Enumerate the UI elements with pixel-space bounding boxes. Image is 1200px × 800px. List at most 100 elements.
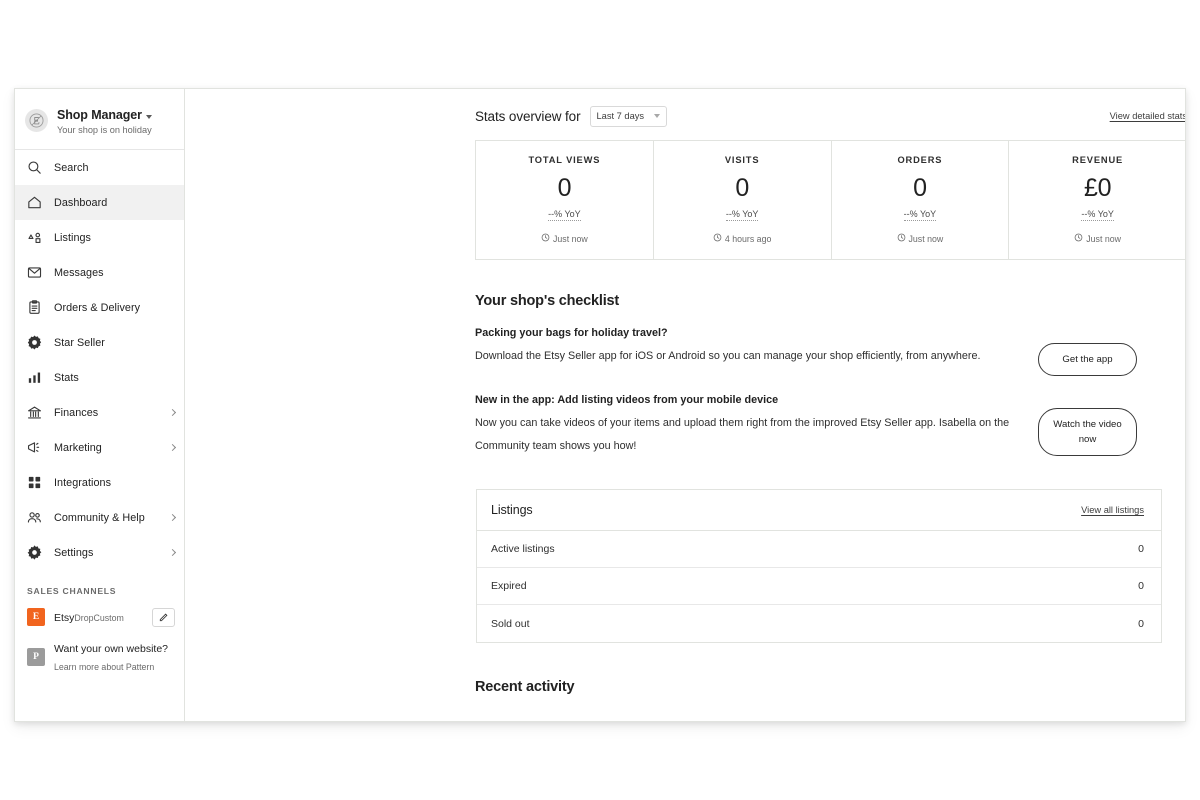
- channel-badge-icon: P: [27, 648, 45, 666]
- channel-text: EtsyDropCustom: [54, 608, 124, 626]
- etsy-avatar-icon: [25, 109, 48, 132]
- sidebar-item-star-seller[interactable]: Star Seller: [15, 325, 184, 360]
- stat-timestamp-text: Just now: [553, 233, 588, 244]
- sidebar-item-messages[interactable]: Messages: [15, 255, 184, 290]
- get-the-app-button[interactable]: Get the app: [1038, 343, 1137, 376]
- edit-channel-button[interactable]: [152, 607, 175, 627]
- listings-row-value: 0: [1138, 617, 1144, 630]
- checklist-item-heading: New in the app: Add listing videos from …: [475, 394, 779, 406]
- sidebar-item-label: Settings: [54, 546, 94, 559]
- channel-badge-icon: E: [27, 608, 45, 626]
- star-badge-icon: [25, 333, 44, 352]
- listings-row-label: Expired: [491, 580, 527, 592]
- sales-channel-item[interactable]: E EtsyDropCustom: [15, 601, 184, 633]
- sidebar-item-marketing[interactable]: Marketing: [15, 430, 184, 465]
- sales-channel-item[interactable]: P Want your own website? Learn more about …: [15, 633, 184, 681]
- checklist-item-heading: Packing your bags for holiday travel?: [475, 327, 668, 339]
- stat-value: 0: [735, 174, 749, 202]
- stat-yoy[interactable]: --% YoY: [548, 209, 581, 221]
- stat-yoy[interactable]: --% YoY: [725, 209, 759, 221]
- shop-manager-window: Shop Manager Your shop is on holiday Sea…: [14, 88, 1186, 722]
- sidebar-item-label: Search: [54, 161, 89, 174]
- channel-badge-letter: P: [33, 652, 39, 662]
- stat-yoy[interactable]: --% YoY: [903, 209, 937, 221]
- stat-label: ORDERS: [897, 155, 943, 165]
- stat-timestamp-text: 4 hours ago: [724, 233, 772, 244]
- sales-channels-label: SALES CHANNELS: [27, 586, 117, 596]
- watch-the-video-button[interactable]: Watch the video now: [1038, 408, 1137, 456]
- sidebar-item-listings[interactable]: Listings: [15, 220, 184, 255]
- recent-activity-title: Recent activity: [475, 679, 575, 695]
- listings-icon: [25, 228, 44, 247]
- caret-down-icon[interactable]: [145, 114, 152, 119]
- shop-name-row: Shop Manager: [57, 108, 152, 123]
- sidebar-item-dashboard[interactable]: Dashboard: [15, 185, 184, 220]
- shop-header[interactable]: Shop Manager Your shop is on holiday: [15, 99, 184, 147]
- stat-card[interactable]: ORDERS 0 --% YoY Just now: [832, 141, 1010, 259]
- sidebar-item-search[interactable]: Search: [15, 150, 184, 185]
- channel-title: Want your own website?: [54, 643, 168, 655]
- stat-label: TOTAL VIEWS: [528, 155, 601, 165]
- stat-card[interactable]: TOTAL VIEWS 0 --% YoY Just now: [476, 141, 654, 259]
- bank-icon: [25, 403, 44, 422]
- stat-label: VISITS: [724, 155, 760, 165]
- listings-row[interactable]: Expired 0: [477, 568, 1161, 605]
- people-icon: [25, 508, 44, 527]
- listings-row-label: Sold out: [491, 617, 530, 630]
- sidebar-item-label: Marketing: [54, 441, 102, 454]
- checklist-item-body: Now you can take videos of your items an…: [475, 417, 1010, 452]
- stat-card[interactable]: REVENUE £0 --% YoY Just now: [1009, 141, 1185, 259]
- sidebar-item-community-help[interactable]: Community & Help: [15, 500, 184, 535]
- sidebar-item-label: Integrations: [54, 476, 112, 489]
- stat-yoy[interactable]: --% YoY: [1081, 209, 1114, 221]
- chevron-right-icon: [168, 548, 177, 557]
- chevron-right-icon: [168, 443, 177, 452]
- shop-status: Your shop is on holiday: [57, 125, 152, 135]
- channel-badge-letter: E: [32, 612, 40, 622]
- view-all-listings-link[interactable]: View all listings: [1081, 505, 1144, 515]
- clock-icon: [541, 233, 550, 244]
- stat-timestamp: Just now: [840, 233, 1001, 244]
- sidebar-item-finances[interactable]: Finances: [15, 395, 184, 430]
- dashboard-content: Stats overview for Last 7 days View deta…: [475, 89, 1185, 695]
- sidebar-item-label: Orders & Delivery: [54, 301, 141, 314]
- sidebar-item-settings[interactable]: Settings: [15, 535, 184, 570]
- listings-panel: Listings View all listings Active listin…: [476, 489, 1162, 643]
- checklist-item-body: Download the Etsy Seller app for iOS or …: [475, 350, 981, 362]
- stat-timestamp: Just now: [484, 233, 645, 244]
- sidebar-item-stats[interactable]: Stats: [15, 360, 184, 395]
- clock-icon: [1074, 233, 1083, 244]
- chevron-right-icon: [168, 408, 177, 417]
- sidebar-item-label: Dashboard: [54, 196, 108, 209]
- stat-card[interactable]: VISITS 0 --% YoY 4 hours ago: [654, 141, 832, 259]
- sidebar-item-label: Star Seller: [54, 336, 105, 349]
- chevron-right-icon: [168, 513, 177, 522]
- checklist-item: Packing your bags for holiday travel? Do…: [475, 325, 1185, 376]
- sidebar-item-label: Listings: [54, 231, 92, 244]
- sidebar-item-label: Finances: [54, 406, 99, 419]
- view-detailed-stats-link[interactable]: View detailed stats: [1110, 111, 1185, 121]
- message-icon: [25, 263, 44, 282]
- listings-row-label: Active listings: [491, 543, 555, 555]
- grid-icon: [25, 473, 44, 492]
- sidebar-item-label: Community & Help: [54, 511, 145, 524]
- sales-channels-list: E EtsyDropCustom P Want your own website? Le…: [15, 601, 184, 681]
- sidebar-item-label: Stats: [54, 371, 79, 384]
- date-range-select[interactable]: Last 7 days: [589, 105, 668, 127]
- stat-label: REVENUE: [1072, 155, 1124, 165]
- listings-row-value: 0: [1138, 580, 1144, 592]
- sidebar-item-orders-delivery[interactable]: Orders & Delivery: [15, 290, 184, 325]
- stat-timestamp: Just now: [1017, 233, 1178, 244]
- listings-rows: Active listings 0 Expired 0 Sold out 0: [477, 531, 1161, 642]
- listings-row[interactable]: Active listings 0: [477, 531, 1161, 568]
- clock-icon: [897, 233, 906, 244]
- listings-row[interactable]: Sold out 0: [477, 605, 1161, 642]
- stat-timestamp: 4 hours ago: [662, 233, 823, 244]
- clock-icon: [713, 233, 722, 244]
- stats-overview-title: Stats overview for: [475, 108, 581, 124]
- sidebar-nav: Search Dashboard Listings Messages Orders & …: [15, 150, 184, 570]
- sidebar-item-integrations[interactable]: Integrations: [15, 465, 184, 500]
- listings-panel-header: Listings View all listings: [477, 490, 1161, 531]
- stat-timestamp-text: Just now: [908, 233, 944, 244]
- shop-name: Shop Manager: [57, 108, 142, 122]
